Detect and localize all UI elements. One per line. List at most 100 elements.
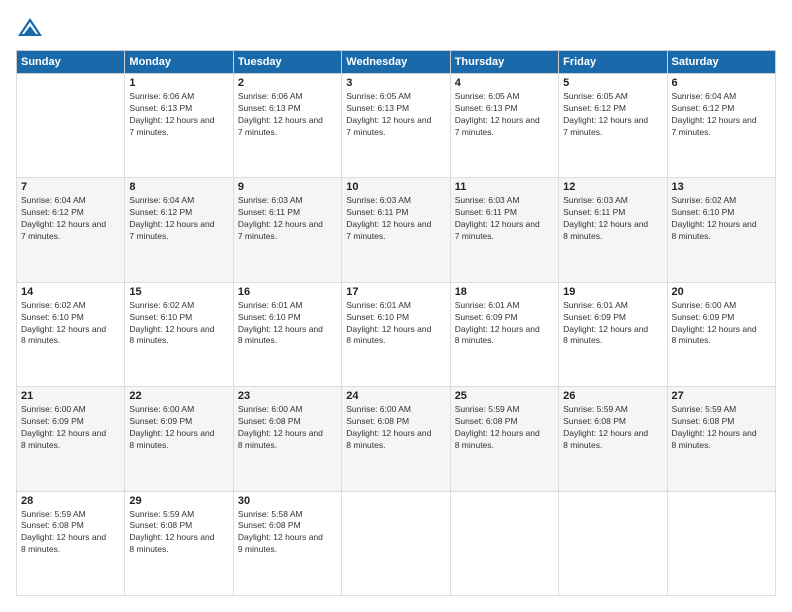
day-cell: 23 Sunrise: 6:00 AMSunset: 6:08 PMDayligh… [233, 387, 341, 491]
day-cell: 21 Sunrise: 6:00 AMSunset: 6:09 PMDayligh… [17, 387, 125, 491]
day-cell [667, 491, 775, 595]
day-cell: 15 Sunrise: 6:02 AMSunset: 6:10 PMDayligh… [125, 282, 233, 386]
day-cell [559, 491, 667, 595]
day-cell: 27 Sunrise: 5:59 AMSunset: 6:08 PMDayligh… [667, 387, 775, 491]
week-row-1: 7Sunrise: 6:04 AMSunset: 6:12 PMDaylight… [17, 178, 776, 282]
day-cell: 10 Sunrise: 6:03 AMSunset: 6:11 PMDayligh… [342, 178, 450, 282]
header [16, 16, 776, 40]
day-info: Sunrise: 6:05 AMSunset: 6:13 PMDaylight:… [455, 91, 554, 139]
day-number: 10 [346, 181, 445, 193]
day-cell: 9Sunrise: 6:03 AMSunset: 6:11 PMDaylight… [233, 178, 341, 282]
day-number: 20 [672, 286, 771, 298]
day-cell: 17 Sunrise: 6:01 AMSunset: 6:10 PMDayligh… [342, 282, 450, 386]
day-info: Sunrise: 6:00 AMSunset: 6:09 PMDaylight:… [21, 404, 120, 452]
day-number: 14 [21, 286, 120, 298]
day-number: 27 [672, 390, 771, 402]
day-cell: 16 Sunrise: 6:01 AMSunset: 6:10 PMDayligh… [233, 282, 341, 386]
day-info: Sunrise: 6:01 AMSunset: 6:10 PMDaylight:… [238, 300, 337, 348]
day-number: 19 [563, 286, 662, 298]
calendar-table: SundayMondayTuesdayWednesdayThursdayFrid… [16, 50, 776, 596]
day-cell [450, 491, 558, 595]
week-row-4: 28 Sunrise: 5:59 AMSunset: 6:08 PMDayligh… [17, 491, 776, 595]
day-cell: 5Sunrise: 6:05 AMSunset: 6:12 PMDaylight… [559, 74, 667, 178]
day-number: 12 [563, 181, 662, 193]
day-cell: 20 Sunrise: 6:00 AMSunset: 6:09 PMDayligh… [667, 282, 775, 386]
day-cell: 2Sunrise: 6:06 AMSunset: 6:13 PMDaylight… [233, 74, 341, 178]
day-info: Sunrise: 5:59 AMSunset: 6:08 PMDaylight:… [21, 509, 120, 557]
day-number: 5 [563, 77, 662, 89]
day-info: Sunrise: 5:59 AMSunset: 6:08 PMDaylight:… [672, 404, 771, 452]
day-cell: 12 Sunrise: 6:03 AMSunset: 6:11 PMDayligh… [559, 178, 667, 282]
logo-icon [16, 16, 44, 40]
day-info: Sunrise: 6:06 AMSunset: 6:13 PMDaylight:… [129, 91, 228, 139]
day-info: Sunrise: 6:04 AMSunset: 6:12 PMDaylight:… [672, 91, 771, 139]
day-cell: 11 Sunrise: 6:03 AMSunset: 6:11 PMDayligh… [450, 178, 558, 282]
day-info: Sunrise: 6:06 AMSunset: 6:13 PMDaylight:… [238, 91, 337, 139]
day-cell: 7Sunrise: 6:04 AMSunset: 6:12 PMDaylight… [17, 178, 125, 282]
day-cell: 14 Sunrise: 6:02 AMSunset: 6:10 PMDayligh… [17, 282, 125, 386]
calendar-page: SundayMondayTuesdayWednesdayThursdayFrid… [0, 0, 792, 612]
day-cell: 1 Sunrise: 6:06 AMSunset: 6:13 PMDaylight… [125, 74, 233, 178]
day-cell: 29 Sunrise: 5:59 AMSunset: 6:08 PMDayligh… [125, 491, 233, 595]
weekday-header-row: SundayMondayTuesdayWednesdayThursdayFrid… [17, 51, 776, 74]
day-cell: 19 Sunrise: 6:01 AMSunset: 6:09 PMDayligh… [559, 282, 667, 386]
day-cell: 8 Sunrise: 6:04 AMSunset: 6:12 PMDaylight… [125, 178, 233, 282]
day-cell: 13 Sunrise: 6:02 AMSunset: 6:10 PMDayligh… [667, 178, 775, 282]
weekday-header-wednesday: Wednesday [342, 51, 450, 74]
day-cell: 22 Sunrise: 6:00 AMSunset: 6:09 PMDayligh… [125, 387, 233, 491]
day-number: 13 [672, 181, 771, 193]
day-info: Sunrise: 6:04 AMSunset: 6:12 PMDaylight:… [129, 195, 228, 243]
day-info: Sunrise: 5:58 AMSunset: 6:08 PMDaylight:… [238, 509, 337, 557]
day-number: 18 [455, 286, 554, 298]
day-info: Sunrise: 6:03 AMSunset: 6:11 PMDaylight:… [563, 195, 662, 243]
day-info: Sunrise: 6:01 AMSunset: 6:09 PMDaylight:… [563, 300, 662, 348]
day-number: 8 [129, 181, 228, 193]
day-number: 25 [455, 390, 554, 402]
day-cell: 4 Sunrise: 6:05 AMSunset: 6:13 PMDaylight… [450, 74, 558, 178]
day-info: Sunrise: 6:02 AMSunset: 6:10 PMDaylight:… [21, 300, 120, 348]
day-cell [342, 491, 450, 595]
day-info: Sunrise: 6:01 AMSunset: 6:09 PMDaylight:… [455, 300, 554, 348]
day-info: Sunrise: 6:00 AMSunset: 6:09 PMDaylight:… [129, 404, 228, 452]
day-number: 1 [129, 77, 228, 89]
day-number: 16 [238, 286, 337, 298]
day-cell: 6 Sunrise: 6:04 AMSunset: 6:12 PMDaylight… [667, 74, 775, 178]
day-cell: 28 Sunrise: 5:59 AMSunset: 6:08 PMDayligh… [17, 491, 125, 595]
day-number: 23 [238, 390, 337, 402]
day-cell: 18 Sunrise: 6:01 AMSunset: 6:09 PMDayligh… [450, 282, 558, 386]
day-number: 11 [455, 181, 554, 193]
day-info: Sunrise: 5:59 AMSunset: 6:08 PMDaylight:… [455, 404, 554, 452]
day-number: 26 [563, 390, 662, 402]
day-info: Sunrise: 6:03 AMSunset: 6:11 PMDaylight:… [346, 195, 445, 243]
day-number: 17 [346, 286, 445, 298]
week-row-2: 14 Sunrise: 6:02 AMSunset: 6:10 PMDayligh… [17, 282, 776, 386]
day-info: Sunrise: 5:59 AMSunset: 6:08 PMDaylight:… [129, 509, 228, 557]
weekday-header-monday: Monday [125, 51, 233, 74]
day-number: 4 [455, 77, 554, 89]
day-cell: 3Sunrise: 6:05 AMSunset: 6:13 PMDaylight… [342, 74, 450, 178]
day-number: 6 [672, 77, 771, 89]
day-number: 30 [238, 495, 337, 507]
day-info: Sunrise: 6:00 AMSunset: 6:08 PMDaylight:… [238, 404, 337, 452]
day-number: 21 [21, 390, 120, 402]
day-info: Sunrise: 6:02 AMSunset: 6:10 PMDaylight:… [672, 195, 771, 243]
weekday-header-friday: Friday [559, 51, 667, 74]
day-number: 29 [129, 495, 228, 507]
week-row-3: 21 Sunrise: 6:00 AMSunset: 6:09 PMDayligh… [17, 387, 776, 491]
week-row-0: 1 Sunrise: 6:06 AMSunset: 6:13 PMDaylight… [17, 74, 776, 178]
day-number: 28 [21, 495, 120, 507]
day-info: Sunrise: 6:05 AMSunset: 6:13 PMDaylight:… [346, 91, 445, 139]
day-number: 22 [129, 390, 228, 402]
day-cell [17, 74, 125, 178]
weekday-header-thursday: Thursday [450, 51, 558, 74]
day-info: Sunrise: 6:03 AMSunset: 6:11 PMDaylight:… [455, 195, 554, 243]
day-info: Sunrise: 6:02 AMSunset: 6:10 PMDaylight:… [129, 300, 228, 348]
day-number: 15 [129, 286, 228, 298]
day-info: Sunrise: 5:59 AMSunset: 6:08 PMDaylight:… [563, 404, 662, 452]
weekday-header-saturday: Saturday [667, 51, 775, 74]
day-info: Sunrise: 6:00 AMSunset: 6:08 PMDaylight:… [346, 404, 445, 452]
day-cell: 24Sunrise: 6:00 AMSunset: 6:08 PMDayligh… [342, 387, 450, 491]
day-info: Sunrise: 6:01 AMSunset: 6:10 PMDaylight:… [346, 300, 445, 348]
logo [16, 16, 52, 40]
day-info: Sunrise: 6:00 AMSunset: 6:09 PMDaylight:… [672, 300, 771, 348]
